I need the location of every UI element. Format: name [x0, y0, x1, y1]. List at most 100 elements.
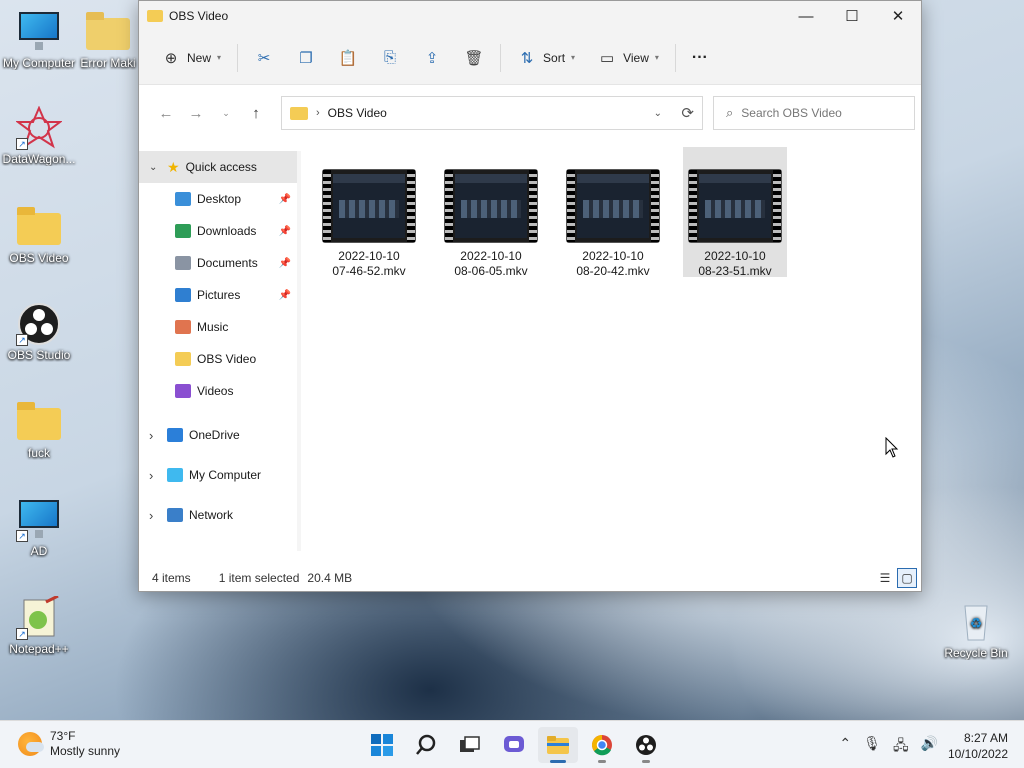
- search-button[interactable]: [406, 727, 446, 763]
- cut-button[interactable]: ✂: [248, 42, 280, 74]
- pin-icon[interactable]: 📌: [279, 194, 291, 205]
- computer-icon: ↗: [16, 498, 62, 542]
- running-indicator: [642, 760, 650, 763]
- refresh-icon[interactable]: ⟳: [681, 104, 694, 122]
- chevron-right-icon: ›: [316, 107, 320, 119]
- chevron-right-icon[interactable]: ›: [149, 508, 153, 523]
- scissors-icon: ✂: [257, 49, 271, 67]
- plus-circle-icon: ⊕: [164, 49, 178, 67]
- details-view-icon[interactable]: ☰: [875, 568, 895, 588]
- delete-button[interactable]: 🗑: [458, 42, 490, 74]
- teams-chat-button[interactable]: [494, 727, 534, 763]
- pin-icon[interactable]: 📌: [279, 290, 291, 301]
- chevron-right-icon[interactable]: ›: [149, 428, 153, 443]
- pin-icon[interactable]: 📌: [279, 226, 291, 237]
- folder-icon: [85, 10, 131, 52]
- file-name: 2022-10-10: [338, 249, 400, 263]
- folder-icon: [290, 106, 308, 120]
- desktop-icon: [175, 192, 191, 206]
- network-icon[interactable]: 🖧: [893, 735, 909, 759]
- chevron-right-icon[interactable]: ›: [149, 468, 153, 483]
- breadcrumb-obs-video[interactable]: OBS Video: [328, 106, 387, 120]
- close-button[interactable]: ✕: [875, 1, 921, 31]
- desktop-icon-my-computer[interactable]: My Computer: [0, 10, 78, 70]
- my-computer-icon: [167, 468, 183, 482]
- computer-icon: [16, 10, 62, 52]
- more-options-button[interactable]: ···: [686, 42, 714, 74]
- navigation-bar: ← → ⌄ ↑ › OBS Video ⌄ ⟳ ⌕: [139, 85, 921, 141]
- start-button[interactable]: [362, 727, 402, 763]
- folder-icon: [547, 736, 569, 754]
- file-item[interactable]: 2022-10-10 08-20-42.mkv: [561, 147, 665, 278]
- sidebar-item-music[interactable]: Music: [139, 311, 297, 343]
- chevron-down-icon[interactable]: ⌄: [149, 162, 157, 173]
- sidebar-item-onedrive[interactable]: › OneDrive: [139, 415, 297, 455]
- mouse-cursor-icon: [885, 437, 899, 458]
- forward-arrow-icon[interactable]: →: [181, 99, 211, 127]
- weather-temperature: 73°F: [50, 729, 76, 743]
- pictures-icon: [175, 288, 191, 302]
- clock-time: 8:27 AM: [963, 731, 1008, 745]
- chevron-down-icon[interactable]: ⌄: [654, 108, 662, 119]
- file-item[interactable]: 2022-10-10 07-46-52.mkv: [317, 147, 421, 278]
- folder-icon: [16, 205, 62, 247]
- sidebar-item-obs-video[interactable]: OBS Video: [139, 343, 297, 375]
- music-icon: [175, 320, 191, 334]
- copy-button[interactable]: ❐: [290, 42, 322, 74]
- sidebar-item-downloads[interactable]: Downloads 📌: [139, 215, 297, 247]
- search-input[interactable]: [741, 106, 892, 120]
- file-explorer-taskbar-button[interactable]: [538, 727, 578, 763]
- file-name: 2022-10-10: [460, 249, 522, 263]
- pin-icon[interactable]: 📌: [279, 258, 291, 269]
- task-view-button[interactable]: [450, 727, 490, 763]
- sidebar-item-pictures[interactable]: Pictures 📌: [139, 279, 297, 311]
- view-button[interactable]: ▭ View ▾: [591, 42, 665, 74]
- sidebar-item-videos[interactable]: Videos: [139, 375, 297, 407]
- large-icons-view-icon[interactable]: ▢: [897, 568, 917, 588]
- file-item[interactable]: 2022-10-10 08-06-05.mkv: [439, 147, 543, 278]
- navigation-pane: ⌄ ★ Quick access Desktop 📌 Downloads 📌 Docum…: [139, 151, 297, 535]
- speaker-icon[interactable]: 🔊: [921, 735, 938, 759]
- sidebar-item-documents[interactable]: Documents 📌: [139, 247, 297, 279]
- sort-button[interactable]: ⇅ Sort ▾: [511, 42, 581, 74]
- back-arrow-icon[interactable]: ←: [151, 99, 181, 127]
- obs-studio-button[interactable]: [626, 727, 666, 763]
- sidebar-item-desktop[interactable]: Desktop 📌: [139, 183, 297, 215]
- desktop-icon-datawagon[interactable]: ↗ DataWagon...: [0, 105, 78, 166]
- desktop-icon-ad[interactable]: ↗ AD: [0, 498, 78, 558]
- file-explorer-window: OBS Video — ☐ ✕ ⊕ New ▾ ✂ ❐ 📋 ⎘ ⇪ 🗑 ⇅ So…: [138, 0, 922, 592]
- desktop-icon-notepad-plus-plus[interactable]: ↗ Notepad++: [0, 594, 78, 656]
- sidebar-item-my-computer[interactable]: › My Computer: [139, 455, 297, 495]
- file-name: 08-06-05.mkv: [454, 264, 528, 278]
- new-button[interactable]: ⊕ New ▾: [155, 42, 227, 74]
- desktop-icon-obs-video[interactable]: OBS Video: [0, 205, 78, 265]
- desktop-icon-error-maki[interactable]: Error Maki: [78, 10, 138, 70]
- chevron-down-icon: ▾: [217, 53, 222, 62]
- desktop-icon-obs-studio[interactable]: ↗ OBS Studio: [0, 302, 78, 362]
- sidebar-item-network[interactable]: › Network: [139, 495, 297, 535]
- microphone-icon[interactable]: 🎙: [863, 735, 881, 759]
- share-button[interactable]: ⇪: [416, 42, 448, 74]
- title-bar[interactable]: OBS Video — ☐ ✕: [139, 1, 921, 31]
- weather-description: Mostly sunny: [50, 744, 121, 758]
- paste-button[interactable]: 📋: [332, 42, 364, 74]
- clock[interactable]: 8:27 AM 10/10/2022: [948, 730, 1008, 762]
- show-hidden-icons-chevron-icon[interactable]: ⌃: [839, 735, 851, 759]
- file-item[interactable]: 2022-10-10 08-23-51.mkv: [683, 147, 787, 278]
- search-box[interactable]: ⌕: [713, 96, 915, 130]
- up-arrow-icon[interactable]: ↑: [241, 99, 271, 127]
- minimize-button[interactable]: —: [783, 1, 829, 31]
- address-bar[interactable]: › OBS Video ⌄ ⟳: [281, 96, 703, 130]
- sidebar-scrollbar[interactable]: [297, 151, 301, 551]
- rename-button[interactable]: ⎘: [374, 42, 406, 74]
- file-name: 08-23-51.mkv: [698, 264, 772, 278]
- maximize-button[interactable]: ☐: [829, 1, 875, 31]
- recent-locations-chevron-icon[interactable]: ⌄: [211, 99, 241, 127]
- desktop-icon-recycle-bin[interactable]: ♻ Recycle Bin: [937, 600, 1015, 660]
- sidebar-item-quick-access[interactable]: ⌄ ★ Quick access: [139, 151, 297, 183]
- desktop-icon-folder[interactable]: fuck: [0, 400, 78, 460]
- chrome-button[interactable]: [582, 727, 622, 763]
- clipboard-icon: 📋: [338, 49, 358, 67]
- weather-widget[interactable]: 73°F Mostly sunny: [18, 729, 120, 759]
- search-icon: ⌕: [726, 105, 734, 120]
